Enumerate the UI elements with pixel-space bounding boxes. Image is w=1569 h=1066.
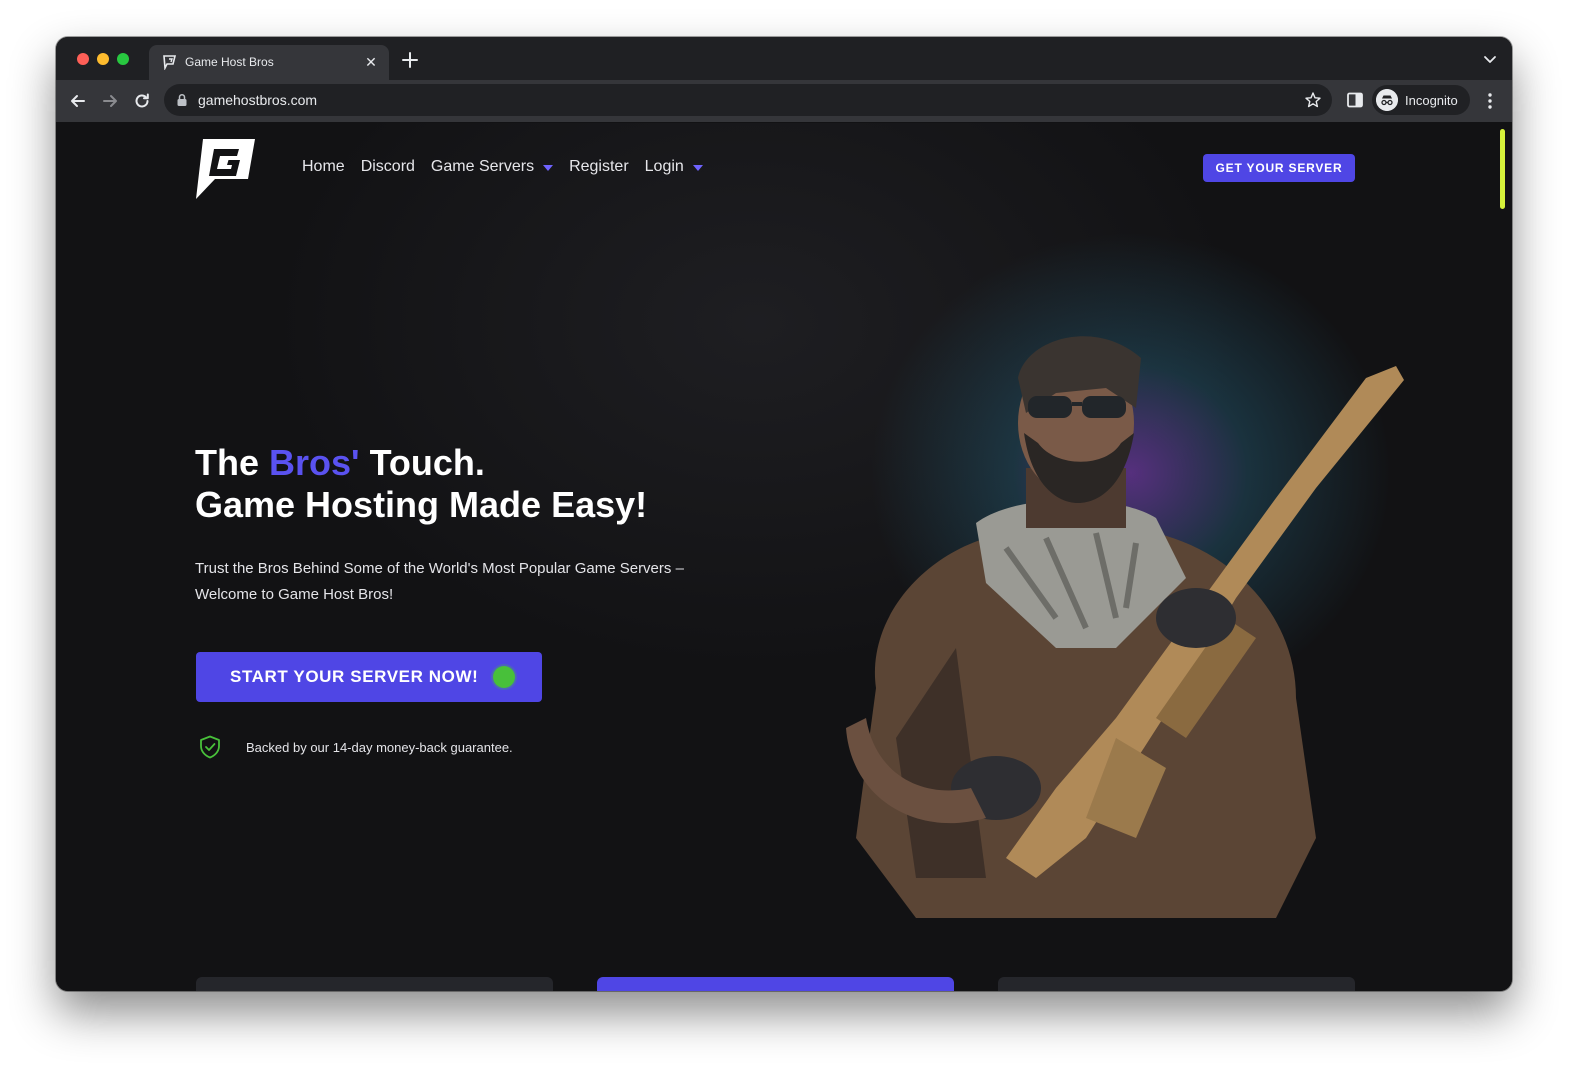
browser-toolbar: gamehostbros.com Incognito: [56, 80, 1512, 123]
close-window-button[interactable]: [77, 53, 89, 65]
tab-title: Game Host Bros: [185, 55, 274, 69]
address-bar[interactable]: gamehostbros.com: [164, 84, 1332, 116]
hero-headline: The Bros' Touch. Game Hosting Made Easy!: [195, 442, 647, 526]
page-scrollbar[interactable]: [1500, 129, 1505, 209]
main-nav: Home Discord Game Servers Register Login: [302, 158, 719, 176]
caret-down-icon: [543, 165, 554, 171]
more-menu-icon[interactable]: [1481, 91, 1499, 111]
nav-login-label: Login: [644, 158, 684, 175]
browser-tab[interactable]: Game Host Bros ✕: [149, 45, 389, 80]
bookmark-star-icon[interactable]: [1304, 91, 1322, 109]
tab-close-button[interactable]: ✕: [361, 52, 381, 72]
guarantee-text: Backed by our 14-day money-back guarante…: [246, 739, 513, 755]
page-content: Home Discord Game Servers Register Login…: [56, 123, 1512, 991]
shield-check-icon: [200, 735, 220, 759]
headline-part1: The: [195, 442, 270, 483]
hero-character-image: [846, 336, 1404, 918]
browser-window: Game Host Bros ✕ gamehostbros.com Incogn…: [56, 37, 1512, 991]
nav-register[interactable]: Register: [569, 158, 629, 176]
headline-line2: Game Hosting Made Easy!: [195, 484, 648, 525]
minimize-window-button[interactable]: [97, 53, 109, 65]
start-server-label: START YOUR SERVER NOW!: [230, 667, 479, 686]
headline-accent: Bros': [269, 442, 360, 483]
nav-game-servers-label: Game Servers: [430, 158, 535, 175]
url-text[interactable]: gamehostbros.com: [198, 92, 317, 108]
back-icon[interactable]: [68, 91, 88, 111]
maximize-window-button[interactable]: [117, 53, 129, 65]
get-your-server-button[interactable]: GET YOUR SERVER: [1203, 154, 1355, 182]
side-panel-icon[interactable]: [1346, 91, 1364, 109]
nav-login[interactable]: Login: [645, 158, 703, 176]
start-server-button[interactable]: START YOUR SERVER NOW!: [196, 652, 542, 702]
incognito-icon: [1376, 89, 1398, 111]
tab-search-icon[interactable]: [1482, 51, 1498, 67]
lock-icon[interactable]: [176, 93, 188, 107]
new-tab-icon[interactable]: [399, 49, 421, 71]
forward-icon[interactable]: [100, 91, 120, 111]
site-favicon-icon: [163, 55, 177, 70]
hero-subtext: Trust the Bros Behind Some of the World'…: [195, 556, 735, 608]
headline-part2: Touch.: [359, 442, 485, 483]
status-dot-icon: [493, 666, 516, 688]
nav-game-servers[interactable]: Game Servers: [430, 158, 554, 176]
hero-subtext-line1: Trust the Bros Behind Some of the World'…: [195, 560, 684, 577]
caret-down-icon: [692, 165, 703, 171]
plan-card-2[interactable]: [597, 977, 954, 991]
nav-discord[interactable]: Discord: [361, 158, 415, 176]
hero-subtext-line2: Welcome to Game Host Bros!: [195, 586, 394, 603]
nav-home[interactable]: Home: [302, 158, 345, 176]
tab-strip: Game Host Bros ✕: [56, 37, 1512, 80]
guarantee-note: Backed by our 14-day money-back guarante…: [199, 735, 513, 759]
plan-card-1[interactable]: [196, 977, 553, 991]
reload-icon[interactable]: [132, 91, 152, 111]
incognito-label: Incognito: [1405, 93, 1458, 108]
incognito-profile-button[interactable]: Incognito: [1372, 85, 1470, 115]
site-logo[interactable]: [195, 137, 257, 199]
plan-card-3[interactable]: [998, 977, 1355, 991]
